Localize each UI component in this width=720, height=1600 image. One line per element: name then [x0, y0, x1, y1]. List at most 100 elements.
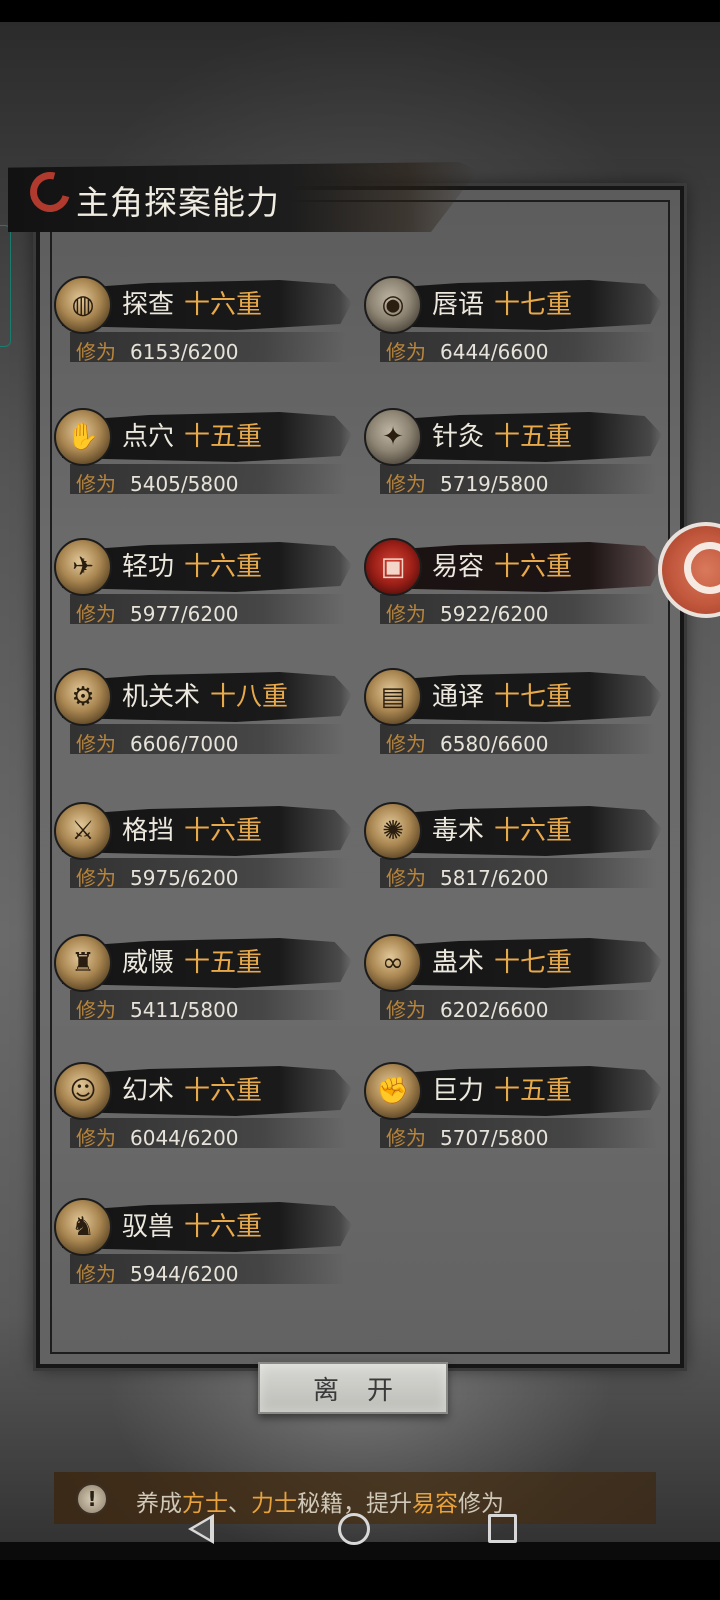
skill-name: 点穴: [122, 422, 175, 452]
skill-name: 针灸: [432, 422, 485, 452]
beast-taming-wolf-icon: ♞: [54, 1198, 112, 1256]
skill-card[interactable]: ♞ 驭兽 十六重 修为 5944/6200: [54, 1198, 354, 1294]
progress-value: 5405/5800: [130, 472, 239, 496]
leave-button[interactable]: 离开: [258, 1362, 448, 1414]
skill-card[interactable]: ✋ 点穴 十五重 修为 5405/5800: [54, 408, 354, 504]
skill-name: 驭兽: [122, 1212, 175, 1242]
progress-value: 5975/6200: [130, 866, 239, 890]
skill-level: 十五重: [494, 1076, 573, 1106]
skill-title: 驭兽 十六重: [122, 1206, 262, 1243]
progress-label: 修为: [386, 998, 426, 1022]
disguise-icon: ▣: [364, 538, 422, 596]
skill-level: 十五重: [494, 422, 573, 452]
skill-progress: 修为 5405/5800: [76, 468, 239, 497]
skill-level: 十五重: [184, 422, 263, 452]
skill-level: 十七重: [494, 290, 573, 320]
investigate-icon: ◍: [54, 276, 112, 334]
progress-value: 5411/5800: [130, 998, 239, 1022]
skill-title: 威慑 十五重: [122, 942, 262, 979]
nav-back-icon[interactable]: [188, 1514, 214, 1544]
acupoint-icon: ✋: [54, 408, 112, 466]
skill-level: 十七重: [494, 948, 573, 978]
skill-progress: 修为 5977/6200: [76, 598, 239, 627]
skill-title: 幻术 十六重: [122, 1070, 262, 1107]
assist-icon: [684, 542, 720, 594]
progress-label: 修为: [76, 340, 116, 364]
skill-card[interactable]: ✊ 巨力 十五重 修为 5707/5800: [364, 1062, 664, 1158]
progress-value: 6153/6200: [130, 340, 239, 364]
skill-progress: 修为 6580/6600: [386, 728, 549, 757]
skill-card[interactable]: ◉ 唇语 十七重 修为 6444/6600: [364, 276, 664, 372]
skill-title: 唇语 十七重: [432, 284, 572, 321]
panel-inner-frame: [50, 200, 670, 1354]
skill-card[interactable]: ☺ 幻术 十六重 修为 6044/6200: [54, 1062, 354, 1158]
skill-card[interactable]: ♜ 威慑 十五重 修为 5411/5800: [54, 934, 354, 1030]
skill-card[interactable]: ▣ 易容 十六重 修为 5922/6200: [364, 538, 664, 634]
progress-value: 5977/6200: [130, 602, 239, 626]
progress-value: 5719/5800: [440, 472, 549, 496]
progress-value: 6444/6600: [440, 340, 549, 364]
progress-value: 5817/6200: [440, 866, 549, 890]
skill-card[interactable]: ✈ 轻功 十六重修为 5977/6200: [54, 538, 354, 634]
skill-name: 探查: [122, 290, 175, 320]
poison-spider-icon: ✺: [364, 802, 422, 860]
progress-label: 修为: [76, 1126, 116, 1150]
acupuncture-icon: ✦: [364, 408, 422, 466]
skill-progress: 修为 6153/6200: [76, 336, 239, 365]
skill-progress: 修为 5922/6200: [386, 598, 549, 627]
skill-progress: 修为 5719/5800: [386, 468, 549, 497]
parry-icon: ⚔: [54, 802, 112, 860]
skill-title: 探查 十六重: [122, 284, 262, 321]
skill-level: 十六重: [184, 1212, 263, 1242]
gu-worm-icon: ∞: [364, 934, 422, 992]
skill-level: 十六重: [184, 552, 263, 582]
skill-card[interactable]: ✦ 针灸 十五重修为 5719/5800: [364, 408, 664, 504]
progress-value: 5922/6200: [440, 602, 549, 626]
skill-name: 毒术: [432, 816, 485, 846]
skill-title: 点穴 十五重: [122, 416, 262, 453]
skill-title: 毒术 十六重: [432, 810, 572, 847]
progress-label: 修为: [386, 732, 426, 756]
skill-progress: 修为 6606/7000: [76, 728, 239, 757]
progress-label: 修为: [76, 472, 116, 496]
progress-label: 修为: [386, 1126, 426, 1150]
progress-value: 6606/7000: [130, 732, 239, 756]
skill-title: 通译 十七重: [432, 676, 572, 713]
skill-progress: 修为 5817/6200: [386, 862, 549, 891]
nav-recent-apps-icon[interactable]: [488, 1514, 517, 1543]
page-title: 主角探案能力: [76, 183, 280, 222]
progress-value: 5707/5800: [440, 1126, 549, 1150]
skill-card[interactable]: ∞ 蛊术 十七重 修为 6202/6600: [364, 934, 664, 1030]
progress-label: 修为: [76, 1262, 116, 1286]
nav-home-icon[interactable]: [338, 1513, 370, 1545]
progress-label: 修为: [386, 340, 426, 364]
skill-progress: 修为 5975/6200: [76, 862, 239, 891]
progress-value: 6580/6600: [440, 732, 549, 756]
skill-title: 易容 十六重: [432, 546, 572, 583]
progress-label: 修为: [386, 602, 426, 626]
status-bar: [0, 0, 720, 22]
skill-name: 机关术: [122, 682, 201, 712]
skill-card[interactable]: ⚔ 格挡 十六重 修为 5975/6200: [54, 802, 354, 898]
skill-card[interactable]: ▤ 通译 十七重 修为 6580/6600: [364, 668, 664, 764]
progress-label: 修为: [76, 732, 116, 756]
skill-card[interactable]: ⚙ 机关术 十八重 修为 6606/7000: [54, 668, 354, 764]
lightness-skill-icon: ✈: [54, 538, 112, 596]
translation-scroll-icon: ▤: [364, 668, 422, 726]
skill-progress: 修为 6044/6200: [76, 1122, 239, 1151]
skill-progress: 修为 6444/6600: [386, 336, 549, 365]
progress-label: 修为: [76, 998, 116, 1022]
left-edge-handle[interactable]: [0, 225, 11, 347]
bottom-bezel: [0, 1560, 720, 1600]
skill-title: 轻功 十六重: [122, 546, 262, 583]
skill-title: 蛊术 十七重: [432, 942, 572, 979]
intimidate-icon: ♜: [54, 934, 112, 992]
skill-card[interactable]: ✺ 毒术 十六重修为 5817/6200: [364, 802, 664, 898]
strength-icon: ✊: [364, 1062, 422, 1120]
skill-card[interactable]: ◍ 探查 十六重 修为 6153/6200: [54, 276, 354, 372]
skill-level: 十六重: [184, 290, 263, 320]
lip-reading-icon: ◉: [364, 276, 422, 334]
skill-level: 十五重: [184, 948, 263, 978]
progress-label: 修为: [76, 866, 116, 890]
progress-value: 6202/6600: [440, 998, 549, 1022]
